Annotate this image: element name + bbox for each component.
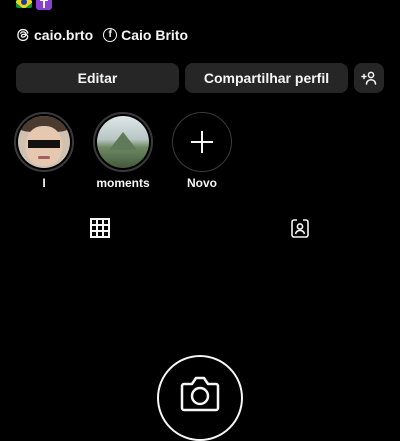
add-person-icon [361,71,377,85]
threads-icon [17,28,29,42]
discover-people-button[interactable] [354,63,384,93]
facebook-link[interactable]: f Caio Brito [103,27,188,43]
highlight-label: moments [96,176,150,190]
facebook-icon: f [103,28,118,42]
profile-links: caio.brto f Caio Brito [16,27,188,43]
highlight-item[interactable]: I [12,112,76,190]
grid-icon[interactable] [90,218,110,238]
highlight-label: Novo [187,176,217,190]
highlight-ring [93,112,153,172]
bio-emojis [16,0,52,12]
camera-icon [180,376,220,412]
facebook-name: Caio Brito [121,27,189,43]
brazil-flag-icon [16,0,32,8]
highlight-item[interactable]: moments [91,112,155,190]
highlight-ring [14,112,74,172]
highlight-label: I [42,176,46,190]
tagged-icon[interactable] [290,218,310,238]
highlight-cover-image [97,116,149,168]
highlight-cover-image [18,116,70,168]
highlight-ring [172,112,232,172]
edit-profile-button[interactable]: Editar [16,63,179,93]
plus-icon [191,131,213,153]
latin-cross-icon [36,0,52,10]
threads-handle: caio.brto [34,27,94,43]
share-profile-button[interactable]: Compartilhar perfil [185,63,348,93]
new-highlight-button[interactable]: Novo [170,112,234,190]
threads-link[interactable]: caio.brto [16,27,93,43]
